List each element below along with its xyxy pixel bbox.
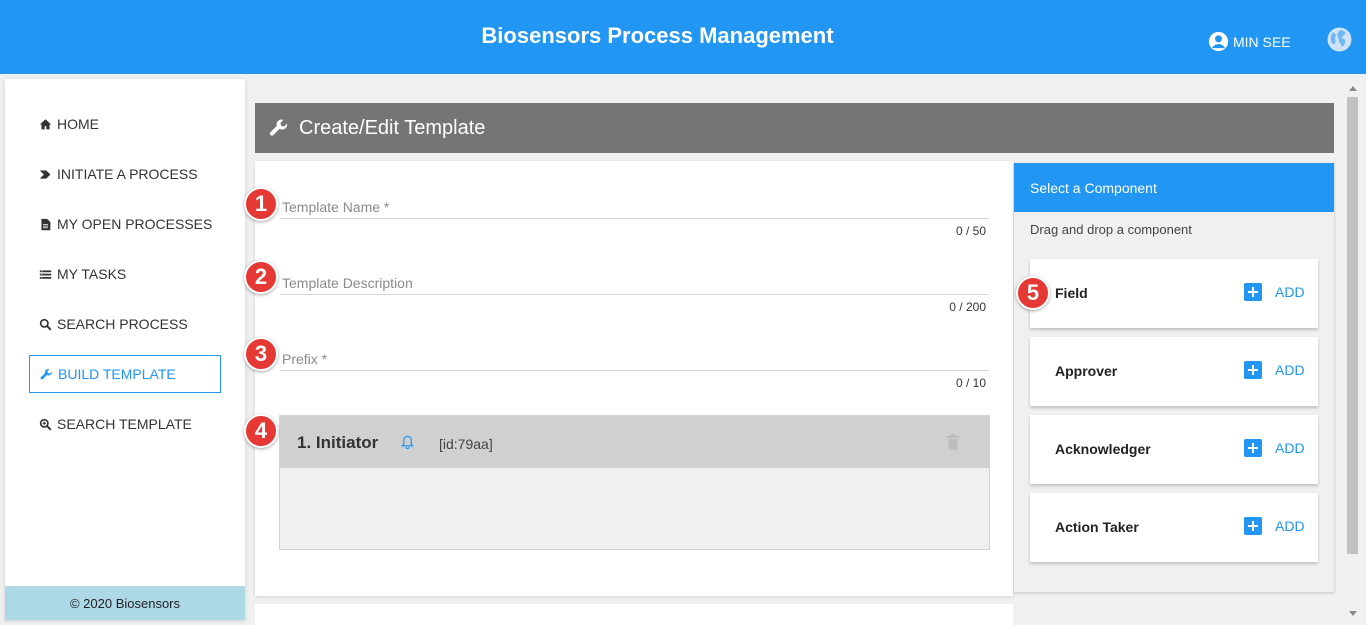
prefix-field[interactable]: Prefix * (282, 351, 327, 367)
account-circle-icon (1208, 31, 1229, 52)
sidebar-item-label: BUILD TEMPLATE (58, 366, 176, 382)
plus-icon (1244, 361, 1262, 379)
component-acknowledger[interactable]: Acknowledger ADD (1030, 415, 1318, 484)
trash-icon[interactable] (945, 433, 961, 451)
initiator-header: 1. Initiator [id:79aa] (280, 416, 989, 468)
add-label: ADD (1275, 518, 1305, 534)
step-badge: 3 (244, 337, 278, 371)
initiator-id: [id:79aa] (439, 436, 493, 452)
user-name: MIN SEE (1233, 33, 1291, 50)
wrench-icon (40, 368, 52, 379)
add-action-taker-button[interactable]: ADD (1244, 517, 1305, 535)
component-name: Action Taker (1055, 519, 1139, 535)
wrench-icon (269, 119, 288, 136)
component-panel-subtitle: Drag and drop a component (1030, 222, 1192, 237)
plus-icon (1244, 283, 1262, 301)
plus-icon (1244, 517, 1262, 535)
template-description-underline (280, 294, 989, 295)
component-field[interactable]: Field ADD (1030, 259, 1318, 328)
component-name: Approver (1055, 363, 1118, 379)
prefix-underline (280, 370, 989, 371)
add-field-button[interactable]: ADD (1244, 283, 1305, 301)
component-panel-title: Select a Component (1014, 163, 1334, 212)
form-card-secondary (255, 604, 1013, 625)
template-name-counter: 0 / 50 (955, 224, 986, 238)
add-label: ADD (1275, 440, 1305, 456)
sidebar-item-home[interactable]: HOME (29, 105, 221, 143)
sidebar-item-build-template[interactable]: BUILD TEMPLATE (29, 355, 221, 393)
add-acknowledger-button[interactable]: ADD (1244, 439, 1305, 457)
sidebar-item-search-process[interactable]: SEARCH PROCESS (29, 305, 221, 343)
step-badge: 2 (244, 260, 278, 294)
page-title: Create/Edit Template (299, 116, 486, 139)
sidebar: HOME INITIATE A PROCESS MY OPEN PROCESSE… (5, 79, 245, 620)
sidebar-item-label: SEARCH TEMPLATE (57, 416, 192, 432)
initiator-step[interactable]: 1. Initiator [id:79aa] (279, 415, 990, 550)
page-title-bar: Create/Edit Template (255, 103, 1334, 153)
template-description-field[interactable]: Template Description (282, 275, 413, 291)
template-description-counter: 0 / 200 (949, 300, 986, 314)
scrollbar-thumb[interactable] (1347, 97, 1358, 554)
sidebar-item-label: SEARCH PROCESS (57, 316, 188, 332)
user-menu[interactable]: MIN SEE (1208, 31, 1291, 52)
page-scrollbar[interactable] (1345, 84, 1361, 620)
bell-icon[interactable] (400, 434, 415, 450)
app-header: Biosensors Process Management MIN SEE (0, 0, 1366, 74)
search-icon (39, 318, 52, 330)
template-name-field[interactable]: Template Name * (282, 199, 389, 215)
scroll-down-arrow[interactable] (1349, 611, 1357, 616)
sidebar-item-my-open-processes[interactable]: MY OPEN PROCESSES (29, 205, 221, 243)
chevron-right-icon (39, 169, 51, 179)
add-approver-button[interactable]: ADD (1244, 361, 1305, 379)
sidebar-item-label: MY OPEN PROCESSES (57, 216, 213, 232)
component-panel: Select a Component Drag and drop a compo… (1014, 163, 1334, 592)
scroll-up-arrow[interactable] (1349, 86, 1357, 91)
template-name-underline (280, 218, 989, 219)
sidebar-item-label: INITIATE A PROCESS (57, 166, 198, 182)
file-icon (41, 218, 51, 230)
app-title: Biosensors Process Management (481, 23, 834, 48)
prefix-counter: 0 / 10 (955, 376, 986, 390)
step-badge: 1 (244, 187, 278, 221)
step-badge: 5 (1016, 276, 1050, 310)
component-name: Field (1055, 285, 1088, 301)
sidebar-item-my-tasks[interactable]: MY TASKS (29, 255, 221, 293)
home-icon (39, 118, 52, 129)
sidebar-item-label: MY TASKS (57, 266, 127, 282)
step-badge: 4 (244, 414, 278, 448)
component-approver[interactable]: Approver ADD (1030, 337, 1318, 406)
add-label: ADD (1275, 284, 1305, 300)
globe-icon[interactable] (1327, 27, 1352, 52)
sidebar-item-label: HOME (57, 116, 99, 132)
plus-icon (1244, 439, 1262, 457)
initiator-title: 1. Initiator (297, 433, 379, 452)
add-label: ADD (1275, 362, 1305, 378)
sidebar-footer: © 2020 Biosensors (5, 586, 245, 620)
component-action-taker[interactable]: Action Taker ADD (1030, 493, 1318, 562)
sidebar-item-search-template[interactable]: SEARCH TEMPLATE (29, 405, 221, 443)
sidebar-item-initiate-process[interactable]: INITIATE A PROCESS (29, 155, 221, 193)
component-name: Acknowledger (1055, 441, 1151, 457)
search-plus-icon (39, 418, 52, 430)
list-icon (39, 269, 52, 279)
